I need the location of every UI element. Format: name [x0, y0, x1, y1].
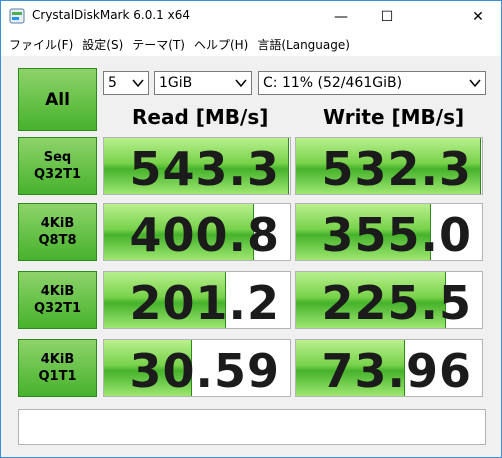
chevron-down-icon — [469, 79, 481, 88]
minimize-icon: — — [334, 8, 348, 25]
menu-settings[interactable]: 設定(S) — [74, 36, 123, 53]
crystaldiskmark-app-icon — [9, 8, 25, 24]
minimize-button[interactable]: — — [318, 1, 364, 32]
read-value: 201.2 — [129, 276, 280, 329]
row-label-line1: 4KiB — [40, 352, 75, 367]
read-result-4kib-q8t8: 400.8 — [103, 203, 291, 261]
drive-select[interactable]: C: 11% (52/461GiB) — [258, 71, 486, 95]
4kib-q8t8-button[interactable]: 4KiB Q8T8 — [18, 203, 97, 261]
comment-field[interactable] — [18, 409, 486, 445]
test-count-select[interactable]: 5 — [103, 71, 149, 95]
drive-value: C: 11% (52/461GiB) — [263, 75, 403, 91]
read-column-header: Read [MB/s] — [132, 105, 269, 129]
read-value: 400.8 — [129, 208, 280, 261]
4kib-q32t1-button[interactable]: 4KiB Q32T1 — [18, 271, 97, 329]
read-value: 543.3 — [129, 142, 280, 195]
write-result-4kib-q32t1: 225.5 — [295, 271, 483, 329]
4kib-q1t1-button[interactable]: 4KiB Q1T1 — [18, 339, 97, 397]
app-window: CrystalDiskMark 6.0.1 x64 — ☐ ✕ ファイル(F) … — [0, 0, 502, 458]
write-value: 532.3 — [321, 142, 472, 195]
row-label-line2: Q8T8 — [38, 233, 77, 248]
row-label-line2: Q1T1 — [38, 369, 77, 384]
run-all-button[interactable]: All — [18, 68, 97, 131]
read-result-seq-q32t1: 543.3 — [103, 137, 291, 195]
title-bar: CrystalDiskMark 6.0.1 x64 — ☐ ✕ — [1, 1, 501, 32]
test-size-select[interactable]: 1GiB — [154, 71, 252, 95]
menu-language[interactable]: 言語(Language) — [249, 36, 350, 53]
row-label-line2: Q32T1 — [33, 301, 82, 316]
test-count-value: 5 — [108, 75, 117, 91]
seq-q32t1-button[interactable]: Seq Q32T1 — [18, 137, 97, 195]
row-label-line1: 4KiB — [40, 284, 75, 299]
write-column-header: Write [MB/s] — [323, 105, 465, 129]
write-result-4kib-q8t8: 355.0 — [295, 203, 483, 261]
row-label-line1: Seq — [43, 150, 72, 165]
read-value: 30.59 — [129, 344, 280, 397]
write-result-seq-q32t1: 532.3 — [295, 137, 483, 195]
row-label-line2: Q32T1 — [33, 167, 82, 182]
read-result-4kib-q1t1: 30.59 — [103, 339, 291, 397]
maximize-icon: ☐ — [380, 8, 394, 25]
read-result-4kib-q32t1: 201.2 — [103, 271, 291, 329]
menu-file[interactable]: ファイル(F) — [1, 36, 73, 53]
row-label-line1: 4KiB — [40, 216, 75, 231]
write-value: 225.5 — [321, 276, 472, 329]
write-result-4kib-q1t1: 73.96 — [295, 339, 483, 397]
close-icon: ✕ — [472, 8, 484, 25]
write-value: 355.0 — [321, 208, 472, 261]
menu-bar: ファイル(F) 設定(S) テーマ(T) ヘルプ(H) 言語(Language) — [1, 32, 501, 56]
menu-theme[interactable]: テーマ(T) — [124, 36, 185, 53]
chevron-down-icon — [235, 79, 247, 88]
menu-help[interactable]: ヘルプ(H) — [186, 36, 248, 53]
chevron-down-icon — [132, 79, 144, 88]
window-title: CrystalDiskMark 6.0.1 x64 — [32, 8, 190, 22]
close-button[interactable]: ✕ — [455, 1, 501, 32]
maximize-button[interactable]: ☐ — [364, 1, 410, 32]
write-value: 73.96 — [321, 344, 472, 397]
test-size-value: 1GiB — [159, 75, 193, 91]
